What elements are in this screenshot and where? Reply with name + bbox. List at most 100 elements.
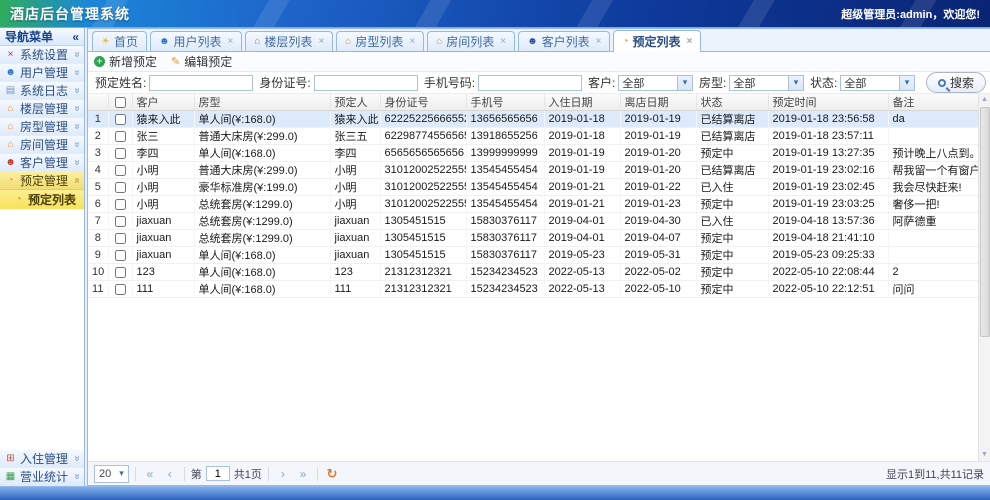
- tab-room-list[interactable]: ⌂房间列表×: [427, 31, 515, 51]
- collapse-sidebar-icon[interactable]: «: [72, 30, 79, 44]
- sidebar-item-booking-mgmt[interactable]: ◔预定管理»: [0, 172, 84, 190]
- search-button[interactable]: 搜索: [926, 72, 986, 93]
- tab-roomtype-list[interactable]: ⌂房型列表×: [336, 31, 424, 51]
- column-header-7[interactable]: 状态: [696, 94, 768, 111]
- scroll-up-icon[interactable]: ▲: [979, 94, 990, 106]
- row-checkbox[interactable]: [115, 114, 126, 125]
- tab-booking-list[interactable]: ◔预定列表×: [613, 30, 701, 52]
- sidebar-item-user-mgmt[interactable]: ☻用户管理»: [0, 64, 84, 82]
- cell: 6565656565656: [380, 145, 466, 162]
- cell: 已入住: [696, 213, 768, 230]
- tab-floor-list[interactable]: ⌂楼层列表×: [245, 31, 333, 51]
- cell: 111: [132, 281, 194, 298]
- page-number-input[interactable]: [206, 466, 230, 481]
- row-checkbox[interactable]: [115, 131, 126, 142]
- close-tab-icon[interactable]: ×: [409, 37, 415, 47]
- table-row[interactable]: 7jiaxuan总统套房(¥:1299.0)jiaxuan13054515151…: [88, 213, 978, 230]
- booking-name-input[interactable]: [149, 75, 253, 91]
- sidebar-item-business-stats[interactable]: ▦营业统计»: [0, 468, 84, 486]
- cell: jiaxuan: [330, 230, 380, 247]
- column-header-9[interactable]: 备注: [888, 94, 978, 111]
- select-all-checkbox[interactable]: [115, 97, 126, 108]
- tab-user-list[interactable]: ☻用户列表×: [150, 31, 242, 51]
- column-header-3[interactable]: 身份证号: [380, 94, 466, 111]
- phone-number-input[interactable]: [478, 75, 582, 91]
- prev-page-button[interactable]: ‹: [162, 467, 178, 481]
- column-header-2[interactable]: 预定人: [330, 94, 380, 111]
- cell: 62225225666552: [380, 111, 466, 128]
- row-checkbox[interactable]: [115, 233, 126, 244]
- close-tab-icon[interactable]: ×: [596, 37, 602, 47]
- chevron-down-icon: »: [72, 88, 83, 94]
- add-icon: +: [94, 56, 105, 67]
- cell: 2022-05-02: [620, 264, 696, 281]
- close-tab-icon[interactable]: ×: [500, 37, 506, 47]
- row-checkbox[interactable]: [115, 199, 126, 210]
- row-checkbox[interactable]: [115, 165, 126, 176]
- next-page-button[interactable]: ›: [275, 467, 291, 481]
- column-header-1[interactable]: 房型: [194, 94, 330, 111]
- first-page-button[interactable]: «: [142, 467, 158, 481]
- sidebar-item-system-settings[interactable]: ×系统设置»: [0, 46, 84, 64]
- cell: 小明: [132, 162, 194, 179]
- sidebar-item-label: 用户管理: [20, 64, 68, 81]
- row-checkbox[interactable]: [115, 267, 126, 278]
- row-checkbox[interactable]: [115, 182, 126, 193]
- column-header-4[interactable]: 手机号: [466, 94, 544, 111]
- user-icon: ☻: [4, 67, 17, 78]
- column-header-8[interactable]: 预定时间: [768, 94, 888, 111]
- table-row[interactable]: 6小明总统套房(¥:1299.0)小明310120025225551354545…: [88, 196, 978, 213]
- close-tab-icon[interactable]: ×: [318, 37, 324, 47]
- table-row[interactable]: 3李四单人间(¥:168.0)李四65656565656561399999999…: [88, 145, 978, 162]
- table-row[interactable]: 2张三普通大床房(¥:299.0)张三五62298774556565613918…: [88, 128, 978, 145]
- sidebar-menu: ×系统设置»☻用户管理»▤系统日志»⌂楼层管理»⌂房型管理»⌂房间管理»☻客户管…: [0, 46, 84, 209]
- column-header-5[interactable]: 入住日期: [544, 94, 620, 111]
- sidebar-item-floor-mgmt[interactable]: ⌂楼层管理»: [0, 100, 84, 118]
- tab-customer-list[interactable]: ☻客户列表×: [518, 31, 610, 51]
- table-row[interactable]: 9jiaxuan单人间(¥:168.0)jiaxuan1305451515158…: [88, 247, 978, 264]
- table-row[interactable]: 8jiaxuan总统套房(¥:1299.0)jiaxuan13054515151…: [88, 230, 978, 247]
- table-row[interactable]: 4小明普通大床房(¥:299.0)小明310120025225551354545…: [88, 162, 978, 179]
- room-type-icon: ⌂: [345, 36, 351, 47]
- sidebar-item-system-log[interactable]: ▤系统日志»: [0, 82, 84, 100]
- edit-booking-button[interactable]: ✎编辑预定: [171, 53, 232, 70]
- tab-label: 楼层列表: [264, 33, 312, 50]
- sidebar-subitem-booking-list[interactable]: ◔预定列表: [0, 190, 84, 209]
- close-tab-icon[interactable]: ×: [228, 37, 234, 47]
- roomtype-select[interactable]: 全部▾: [729, 75, 804, 91]
- table-row[interactable]: 10123单人间(¥:168.0)12321312312321152342345…: [88, 264, 978, 281]
- add-booking-button[interactable]: +新增预定: [94, 53, 157, 70]
- column-header-6[interactable]: 离店日期: [620, 94, 696, 111]
- sidebar-item-checkin-mgmt[interactable]: ⊞入住管理»: [0, 450, 84, 468]
- table-row[interactable]: 11111单人间(¥:168.0)11121312312321152342345…: [88, 281, 978, 298]
- scroll-down-icon[interactable]: ▼: [979, 449, 990, 461]
- table-row[interactable]: 5小明豪华标准房(¥:199.0)小明310120025225551354545…: [88, 179, 978, 196]
- column-header-0[interactable]: 客户: [132, 94, 194, 111]
- cell: 15830376117: [466, 247, 544, 264]
- last-page-button[interactable]: »: [295, 467, 311, 481]
- floor-icon: ⌂: [4, 103, 17, 114]
- tab-home[interactable]: ☀首页: [92, 31, 147, 51]
- cell: 预定中: [696, 247, 768, 264]
- refresh-icon[interactable]: ↻: [324, 466, 340, 482]
- chevron-up-icon: »: [72, 178, 83, 184]
- sidebar-item-customer-mgmt[interactable]: ☻客户管理»: [0, 154, 84, 172]
- row-checkbox[interactable]: [115, 148, 126, 159]
- row-checkbox[interactable]: [115, 250, 126, 261]
- customer-select[interactable]: 全部▾: [618, 75, 693, 91]
- chevron-down-icon: »: [72, 124, 83, 130]
- scrollbar-thumb[interactable]: [980, 107, 990, 337]
- status-select[interactable]: 全部▾: [840, 75, 915, 91]
- vertical-scrollbar[interactable]: ▲ ▼: [978, 94, 990, 461]
- row-checkbox[interactable]: [115, 284, 126, 295]
- close-tab-icon[interactable]: ×: [687, 37, 693, 47]
- cell: 奢侈一把!: [888, 196, 978, 213]
- id-number-input[interactable]: [314, 75, 418, 91]
- sidebar-item-room-mgmt[interactable]: ⌂房间管理»: [0, 136, 84, 154]
- cell: 2019-01-19 13:27:35: [768, 145, 888, 162]
- page-size-select[interactable]: 20 ▾: [94, 465, 129, 483]
- row-checkbox[interactable]: [115, 216, 126, 227]
- table-row[interactable]: 1猿来入此单人间(¥:168.0)猿来入此6222522566655213656…: [88, 111, 978, 128]
- sidebar-item-roomtype-mgmt[interactable]: ⌂房型管理»: [0, 118, 84, 136]
- row-number: 10: [88, 264, 108, 281]
